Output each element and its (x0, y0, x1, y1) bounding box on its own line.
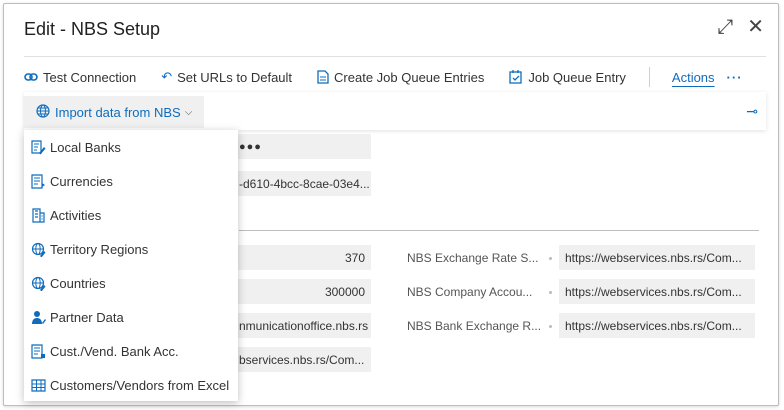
expand-icon[interactable]: ⤢ (717, 17, 733, 37)
menu-item-label: Cust./Vend. Bank Acc. (50, 343, 179, 359)
bank-edit-icon (30, 139, 46, 155)
url-field-ws[interactable]: bservices.nbs.rs/Com... (233, 347, 371, 372)
menu-item-label: Partner Data (50, 309, 124, 325)
label-dot (549, 257, 552, 260)
promoted-action-bar: Import data from NBS ⌵ ⊸ (24, 92, 766, 130)
jq-entry-label: Job Queue Entry (528, 69, 626, 85)
menu-item-label: Countries (50, 275, 106, 291)
actions-menu[interactable]: Actions (672, 70, 715, 85)
import-dropdown-menu: Local Banks Currencies Activities Territ… (24, 130, 238, 401)
label-dot (549, 291, 552, 294)
edit-dialog: Edit - NBS Setup ⤢ ✕ Test Connection ↶ S… (3, 3, 779, 406)
currency-icon (30, 173, 46, 189)
document-add-icon (317, 70, 329, 84)
menu-item-cust-vend-bank-acc[interactable]: Cust./Vend. Bank Acc. (24, 334, 238, 368)
menu-item-label: Territory Regions (50, 241, 149, 257)
import-data-button[interactable]: Import data from NBS ⌵ (24, 96, 204, 128)
exchange-rate-label: NBS Exchange Rate S... (407, 251, 539, 265)
number-field-1[interactable]: 370 (233, 245, 371, 270)
document-icon (30, 343, 46, 359)
calendar-check-icon (509, 70, 523, 84)
toolbar-separator (648, 67, 650, 87)
menu-item-customers-vendors-excel[interactable]: Customers/Vendors from Excel (24, 368, 238, 402)
job-queue-entry-button[interactable]: Job Queue Entry (509, 70, 626, 85)
menu-item-currencies[interactable]: Currencies (24, 164, 238, 198)
guid-field[interactable]: -d610-4bcc-8cae-03e4... (233, 171, 371, 196)
number-field-2[interactable]: 300000 (233, 279, 371, 304)
create-job-queue-entries-button[interactable]: Create Job Queue Entries (317, 70, 484, 85)
dialog-title: Edit - NBS Setup (24, 19, 161, 39)
label-dot (549, 325, 552, 328)
menu-item-label: Currencies (50, 173, 113, 189)
title-divider (24, 56, 766, 57)
table-icon (30, 377, 46, 393)
action-bar: Test Connection ↶ Set URLs to Default Cr… (24, 66, 743, 88)
chevron-down-icon: ⌵ (184, 106, 193, 118)
globe-icon (36, 103, 50, 121)
bank-exchange-url-field[interactable]: https://webservices.nbs.rs/Com... (559, 313, 755, 338)
close-icon[interactable]: ✕ (747, 17, 764, 37)
set-urls-default-button[interactable]: ↶ Set URLs to Default (161, 69, 292, 85)
bank-exchange-label: NBS Bank Exchange R... (407, 319, 542, 333)
globe-edit-icon (30, 275, 46, 291)
url-field-comm[interactable]: nmunicationoffice.nbs.rs (233, 313, 371, 338)
exchange-rate-url-field[interactable]: https://webservices.nbs.rs/Com... (559, 245, 755, 270)
menu-item-label: Activities (50, 207, 102, 223)
set-urls-label: Set URLs to Default (177, 69, 293, 85)
link-icon (24, 72, 38, 82)
create-jq-label: Create Job Queue Entries (334, 69, 485, 85)
menu-item-local-banks[interactable]: Local Banks (24, 130, 238, 164)
menu-item-label: Customers/Vendors from Excel (50, 377, 230, 393)
company-account-label: NBS Company Accou... (407, 285, 533, 299)
undo-icon: ↶ (161, 69, 173, 84)
menu-item-territory-regions[interactable]: Territory Regions (24, 232, 238, 266)
person-icon (30, 309, 46, 325)
menu-item-countries[interactable]: Countries (24, 266, 238, 300)
password-field[interactable]: ●●● (233, 134, 371, 159)
test-connection-label: Test Connection (43, 69, 137, 85)
section-divider (239, 230, 759, 231)
building-icon (30, 207, 46, 223)
pin-icon[interactable]: ⊸ (746, 103, 758, 120)
window-controls: ⤢ ✕ (717, 17, 764, 37)
company-account-url-field[interactable]: https://webservices.nbs.rs/Com... (559, 279, 755, 304)
menu-item-activities[interactable]: Activities (24, 198, 238, 232)
test-connection-button[interactable]: Test Connection (24, 70, 136, 85)
globe-edit-icon (30, 241, 46, 257)
menu-item-partner-data[interactable]: Partner Data (24, 300, 238, 334)
menu-item-label: Local Banks (50, 139, 121, 155)
import-data-label: Import data from NBS (55, 104, 181, 120)
more-options-icon[interactable]: ··· (727, 70, 743, 85)
